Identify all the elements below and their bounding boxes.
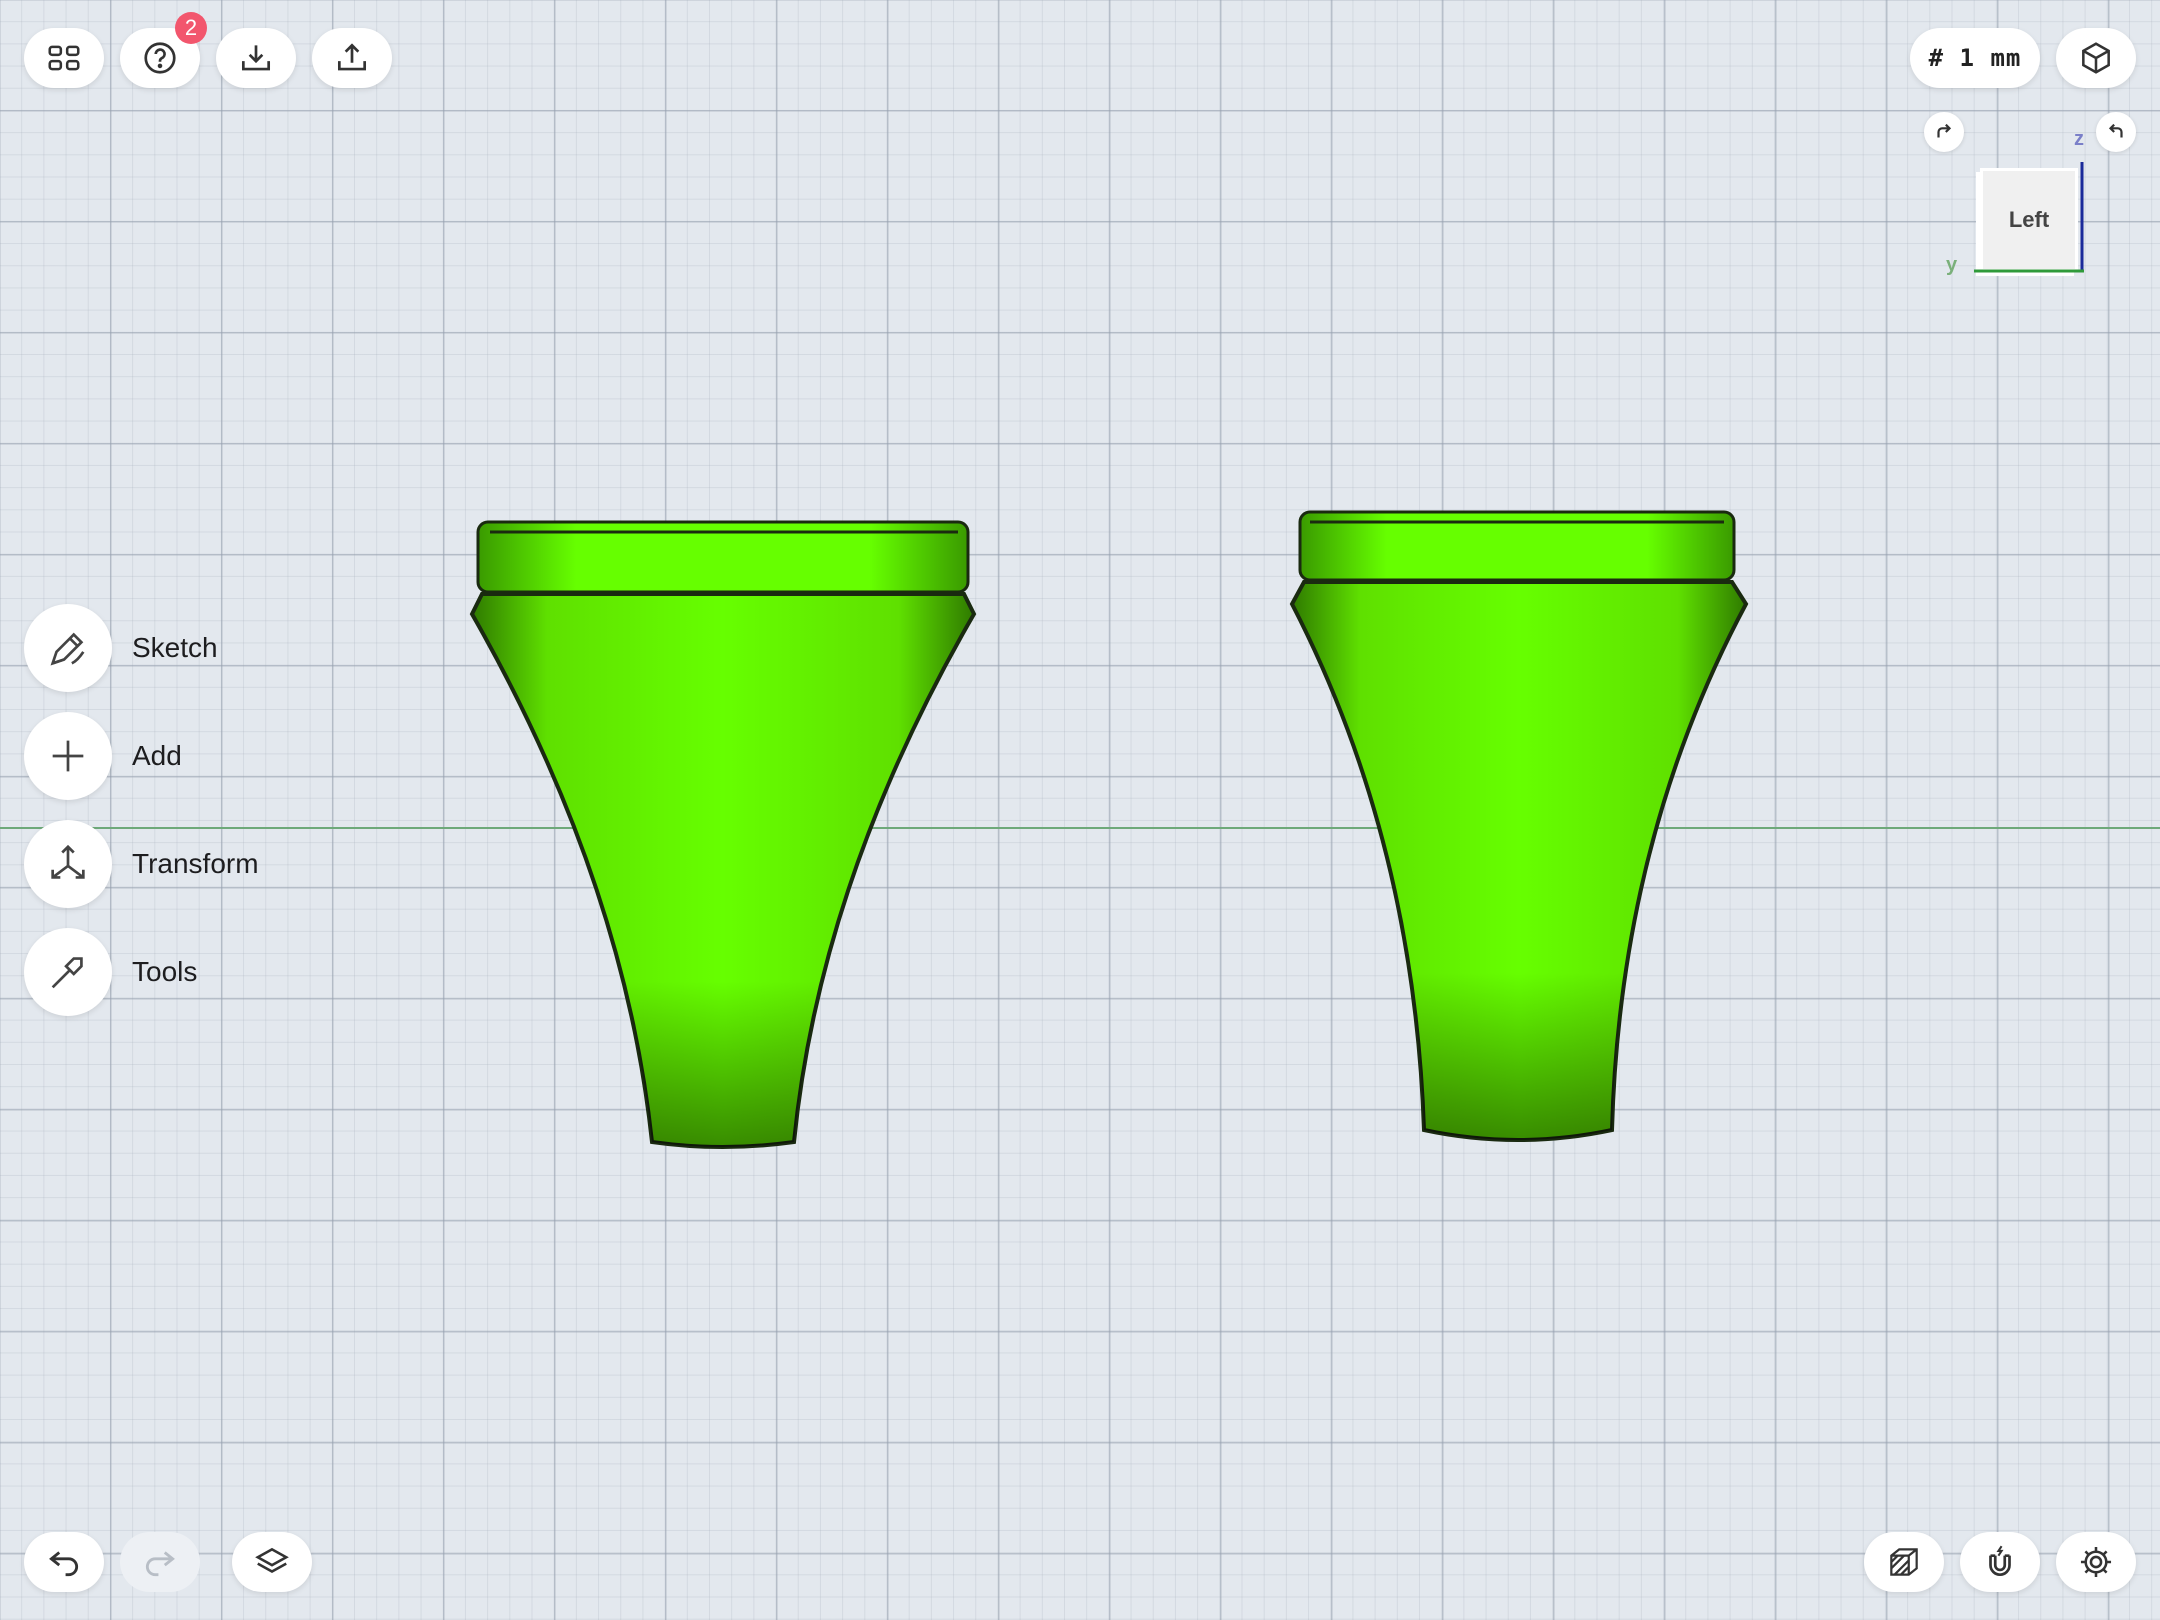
- tools-button[interactable]: [24, 928, 112, 1016]
- export-button[interactable]: [312, 28, 392, 88]
- axis-z-label: z: [2074, 128, 2084, 150]
- display-mode-button[interactable]: [1864, 1532, 1944, 1592]
- import-button[interactable]: [216, 28, 296, 88]
- settings-button[interactable]: [2056, 1532, 2136, 1592]
- magnet-icon: [1989, 1545, 2011, 1577]
- shaded-box-icon: [1890, 1548, 1918, 1576]
- snap-button[interactable]: [1960, 1532, 2040, 1592]
- grid-units-button[interactable]: # 1 mm: [1910, 28, 2040, 88]
- add-button[interactable]: [24, 712, 112, 800]
- undo-icon: [49, 1551, 79, 1577]
- sketch-button[interactable]: [24, 604, 112, 692]
- modeling-canvas[interactable]: [0, 0, 2160, 1620]
- rotate-cw-icon: [1937, 123, 1952, 138]
- axis-y-label: y: [1946, 254, 1958, 276]
- layers-icon: [255, 1547, 289, 1573]
- question-circle-icon: [144, 42, 176, 74]
- grid-icon: [48, 45, 80, 71]
- view-cube-axes: [1974, 162, 2084, 273]
- transform-arrows-icon: [51, 844, 85, 879]
- sketch-pencil-icon: [50, 632, 85, 666]
- upload-icon: [337, 43, 367, 71]
- transform-button[interactable]: [24, 820, 112, 908]
- plus-icon: [52, 740, 84, 772]
- projects-grid-button[interactable]: [24, 28, 104, 88]
- undo-button[interactable]: [24, 1532, 104, 1592]
- hammer-icon: [51, 957, 83, 989]
- download-icon: [241, 45, 271, 71]
- view-mode-button[interactable]: [2056, 28, 2136, 88]
- menu-label-sketch[interactable]: Sketch: [132, 632, 218, 664]
- model-viewport-svg: [469, 510, 1749, 1149]
- layers-button[interactable]: [232, 1532, 312, 1592]
- redo-icon: [145, 1551, 175, 1577]
- menu-label-add[interactable]: Add: [132, 740, 182, 772]
- help-notification-badge: 2: [175, 12, 207, 44]
- units-label: # 1 mm: [1928, 44, 2022, 72]
- rotate-view-ccw-button[interactable]: [2096, 112, 2136, 152]
- rotate-ccw-icon: [2108, 123, 2123, 138]
- rotate-view-cw-button[interactable]: [1924, 112, 1964, 152]
- model-left[interactable]: [469, 520, 977, 1149]
- gear-icon: [2080, 1546, 2112, 1578]
- cube-view-icon: [2082, 42, 2110, 74]
- menu-label-transform[interactable]: Transform: [132, 848, 259, 880]
- redo-button[interactable]: [120, 1532, 200, 1592]
- menu-label-tools[interactable]: Tools: [132, 956, 197, 988]
- model-right[interactable]: [1289, 510, 1749, 1142]
